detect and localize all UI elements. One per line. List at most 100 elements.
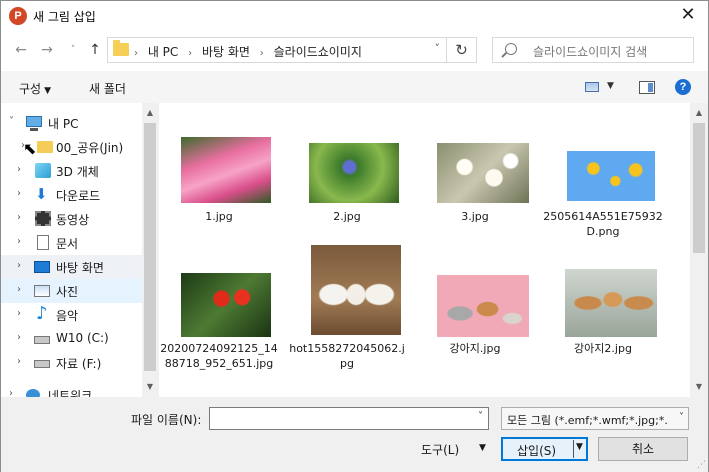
filename-input[interactable]: ˅ (209, 407, 489, 430)
tree-item-drive-c[interactable]: › W10 (C:) (1, 327, 142, 351)
dialog-title: 새 그림 삽입 (33, 10, 96, 24)
folder-icon (37, 141, 53, 153)
file-item[interactable]: 2505614A551E75932D.png (543, 103, 663, 243)
caret-down-icon: ▼ (44, 86, 52, 96)
drive-icon (34, 336, 50, 344)
address-bar[interactable]: › 내 PC › 바탕 화면 › 슬라이드쇼이미지 ˅ (107, 37, 447, 63)
search-placeholder: 슬라이드쇼이미지 검색 (533, 45, 648, 59)
file-list: 1.jpg 2.jpg 3.jpg 2505614A551E75932D.png… (159, 103, 690, 397)
mouse-pointer-icon: ⬉ (23, 139, 37, 158)
expand-icon[interactable]: › (17, 356, 21, 367)
thumbnail-puppies-three (565, 269, 657, 337)
breadcrumb: › 내 PC › 바탕 화면 › 슬라이드쇼이미지 (134, 45, 362, 59)
search-input[interactable]: 슬라이드쇼이미지 검색 (492, 37, 694, 63)
preview-pane-icon[interactable] (639, 81, 655, 94)
organize-button[interactable]: 구성 ▼ (19, 80, 51, 97)
tree-item-music[interactable]: › 음악 (1, 303, 142, 327)
bottom-bar: 파일 이름(N): ˅ 모든 그림 (*.emf;*.wmf;*.jpg;*. … (1, 397, 708, 472)
command-bar: 구성 ▼ 새 폴더 ▼ ? (1, 71, 708, 103)
tree-item-videos[interactable]: › 동영상 (1, 207, 142, 231)
file-item[interactable]: 3.jpg (415, 103, 535, 243)
insert-label: 삽입(S) (517, 444, 557, 458)
scroll-up-icon[interactable]: ▲ (691, 105, 707, 121)
thumbnail-white-blossoms (437, 143, 529, 203)
file-item[interactable]: 20200724092125_1488718_952_651.jpg (159, 243, 279, 397)
tree-item-network[interactable]: › 네트워크 (1, 383, 142, 397)
expand-icon[interactable]: › (17, 284, 21, 295)
tree-item-documents[interactable]: › 문서 (1, 231, 142, 255)
chevron-down-icon: ˅ (679, 412, 684, 423)
breadcrumb-pc[interactable]: 내 PC (148, 45, 178, 59)
up-button[interactable]: ↑ (85, 39, 105, 61)
thumbnail-red-flowers (181, 273, 271, 337)
desktop-icon (34, 261, 50, 273)
tree-item-pictures[interactable]: › 사진 (1, 279, 142, 303)
file-type-value: 모든 그림 (*.emf;*.wmf;*.jpg;*. (507, 414, 668, 427)
expand-icon[interactable]: › (17, 308, 21, 319)
tree-item-desktop[interactable]: › 바탕 화면 (1, 255, 142, 279)
pictures-icon (34, 285, 50, 297)
view-dropdown-icon[interactable]: ▼ (607, 81, 614, 91)
filename-label: 파일 이름(N): (131, 413, 202, 427)
chevron-down-icon[interactable]: ˅ (478, 411, 483, 422)
expand-icon[interactable]: › (17, 332, 21, 343)
insert-button[interactable]: 삽입(S) ▼ (501, 437, 588, 461)
scroll-down-icon[interactable]: ▼ (691, 379, 707, 395)
tree-item-drive-f[interactable]: › 자료 (F:) (1, 351, 142, 375)
file-item[interactable]: 강아지.jpg (415, 243, 535, 397)
download-icon (35, 185, 51, 203)
folder-icon (113, 40, 129, 56)
3d-objects-icon (35, 163, 51, 178)
document-icon (37, 235, 49, 250)
breadcrumb-desktop[interactable]: 바탕 화면 (202, 45, 250, 59)
help-icon[interactable]: ? (675, 79, 691, 95)
file-item[interactable]: 1.jpg (159, 103, 279, 243)
insert-options-icon[interactable]: ▼ (576, 442, 583, 452)
resize-grip-icon[interactable]: ⋰ (697, 460, 706, 470)
expand-icon[interactable]: ˅ (9, 116, 14, 127)
powerpoint-icon: P (9, 7, 27, 25)
file-item[interactable]: hot1558272045062.jpg (287, 243, 407, 397)
view-mode-icon[interactable] (585, 82, 599, 92)
thumbnail-white-cats (311, 245, 401, 335)
file-item[interactable]: 강아지2.jpg (543, 243, 663, 397)
thumbnail-puppies-pink (437, 275, 529, 337)
new-folder-button[interactable]: 새 폴더 (89, 80, 126, 97)
file-type-select[interactable]: 모든 그림 (*.emf;*.wmf;*.jpg;*. ˅ (501, 407, 689, 430)
address-dropdown-icon[interactable]: ˅ (435, 42, 441, 55)
caret-down-icon[interactable]: ▼ (479, 443, 486, 453)
drive-icon (34, 360, 50, 368)
scroll-down-icon[interactable]: ▼ (142, 379, 158, 395)
expand-icon[interactable]: › (17, 212, 21, 223)
recent-dropdown-button[interactable]: ˅ (63, 39, 83, 61)
back-button[interactable]: ← (11, 39, 31, 61)
scroll-thumb[interactable] (693, 123, 705, 253)
tools-button[interactable]: 도구(L) (421, 441, 459, 458)
content-scrollbar[interactable]: ▲ ▼ (690, 103, 708, 397)
network-icon (26, 389, 40, 397)
scroll-thumb[interactable] (144, 123, 156, 371)
breadcrumb-slideshow-folder[interactable]: 슬라이드쇼이미지 (274, 45, 362, 59)
thumbnail-yellow-flowers-sky (567, 151, 655, 201)
file-item[interactable]: 2.jpg (287, 103, 407, 243)
insert-picture-dialog: P 새 그림 삽입 ✕ ← → ˅ ↑ › 내 PC › 바탕 화면 › 슬라이… (0, 0, 709, 472)
music-icon (34, 303, 50, 324)
expand-icon[interactable]: › (17, 164, 21, 175)
address-row: ← → ˅ ↑ › 내 PC › 바탕 화면 › 슬라이드쇼이미지 ˅ ↻ 슬라… (1, 31, 708, 71)
video-icon (35, 211, 51, 226)
scroll-up-icon[interactable]: ▲ (142, 105, 158, 121)
cancel-button[interactable]: 취소 (598, 437, 688, 461)
expand-icon[interactable]: › (17, 260, 21, 271)
tree-item-3d-objects[interactable]: › 3D 개체 (1, 159, 142, 183)
refresh-button[interactable]: ↻ (447, 37, 477, 63)
close-button[interactable]: ✕ (668, 1, 708, 31)
navigation-scrollbar[interactable]: ▲ ▼ (142, 103, 158, 397)
forward-button[interactable]: → (37, 39, 57, 61)
expand-icon[interactable]: › (9, 388, 13, 397)
expand-icon[interactable]: › (17, 236, 21, 247)
tree-item-this-pc[interactable]: ˅ 내 PC (1, 111, 142, 135)
thumbnail-blue-flower (309, 143, 399, 203)
expand-icon[interactable]: › (17, 188, 21, 199)
tree-item-downloads[interactable]: › 다운로드 (1, 183, 142, 207)
pc-icon (26, 116, 42, 131)
